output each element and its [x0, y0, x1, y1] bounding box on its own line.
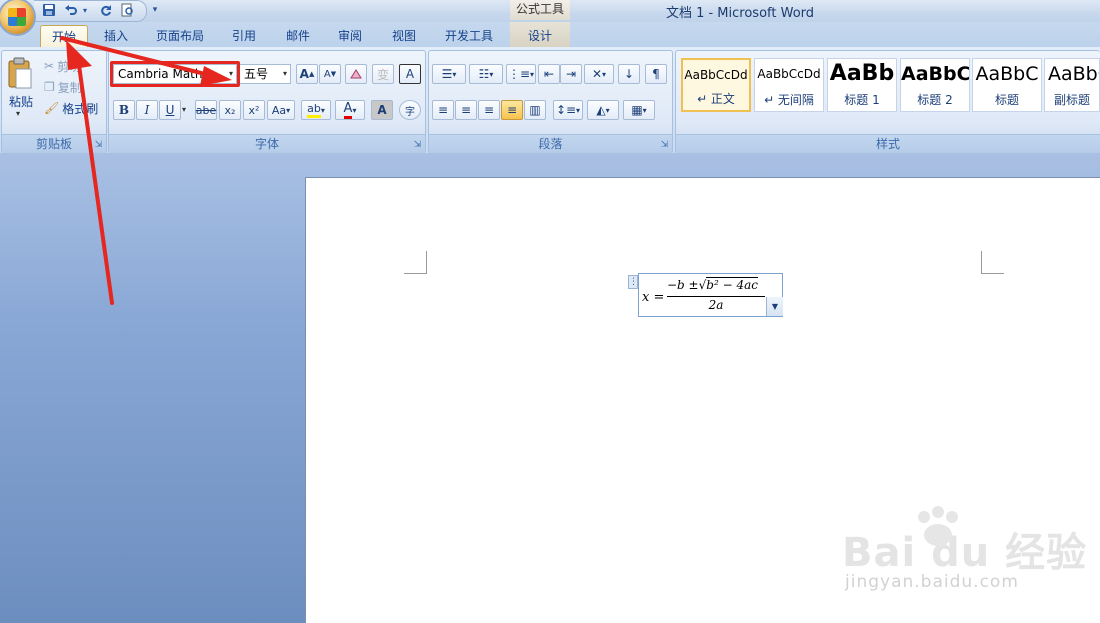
style-normal[interactable]: AaBbCcDd ↵ 正文 — [681, 58, 751, 112]
paw-icon — [918, 506, 958, 546]
borders-icon: ▦ — [631, 103, 643, 117]
fraction-bar — [667, 296, 765, 297]
style-subtitle[interactable]: AaBbC 副标题 — [1044, 58, 1100, 112]
sort-icon[interactable]: ↓ — [618, 64, 640, 84]
change-case-button[interactable]: Aa ▾ — [267, 100, 295, 120]
style-no-spacing[interactable]: AaBbCcDd ↵ 无间隔 — [754, 58, 824, 112]
numbering-button[interactable]: ☷ ▾ — [469, 64, 503, 84]
styles-group-label: 样式 — [676, 134, 1100, 153]
paste-label[interactable]: 粘贴 — [6, 93, 36, 110]
show-marks-icon[interactable]: ¶ — [645, 64, 667, 84]
line-spacing-button[interactable]: ↕≡ ▾ — [553, 100, 583, 120]
chevron-down-icon: ▾ — [642, 105, 647, 115]
highlight-button[interactable]: ab ▾ — [301, 100, 331, 120]
clipboard-group-label: 剪贴板 — [2, 134, 106, 153]
align-left-icon[interactable]: ≡ — [432, 100, 454, 120]
tab-references[interactable]: 引用 — [224, 25, 264, 47]
enclose-char-button[interactable]: 字 — [399, 100, 421, 120]
font-color-button[interactable]: A ▾ — [335, 100, 365, 120]
increase-indent-icon[interactable]: ⇥ — [560, 64, 582, 84]
chevron-down-icon: ▾ — [320, 105, 325, 115]
paste-dropdown-icon[interactable]: ▾ — [16, 109, 20, 118]
underline-dropdown-icon[interactable]: ▾ — [182, 105, 186, 114]
font-group-label: 字体 — [109, 134, 425, 153]
chevron-down-icon: ▾ — [602, 69, 607, 79]
italic-button[interactable]: I — [136, 100, 158, 120]
office-logo-icon — [8, 8, 26, 26]
equation-lhs: x = — [642, 290, 665, 305]
paragraph-launcher-icon[interactable]: ⇲ — [659, 140, 670, 151]
font-launcher-icon[interactable]: ⇲ — [412, 140, 423, 151]
char-border-button[interactable]: A — [399, 64, 421, 84]
style-title[interactable]: AaBbC 标题 — [972, 58, 1042, 112]
clipboard-group: 粘贴 ▾ ✂ 剪切 ❐ 复制 🖌 格式刷 剪贴板 ⇲ — [1, 50, 107, 154]
bullets-icon: ☰ — [441, 67, 453, 81]
margin-corner-left — [404, 251, 427, 274]
tab-insert[interactable]: 插入 — [96, 25, 136, 47]
chevron-down-icon: ▾ — [576, 105, 581, 115]
paragraph-group: ☰ ▾ ☷ ▾ ⋮≡ ▾ ⇤ ⇥ ✕ ▾ ↓ ¶ ≡ ≡ ≡ ≡ ▥ ↕≡ ▾ ◭ ▾ ▦ ▾… — [428, 50, 673, 154]
strikethrough-button[interactable]: abe — [195, 100, 217, 120]
watermark-url: jingyan.baidu.com — [845, 572, 1019, 592]
paint-bucket-icon: ◭ — [596, 103, 606, 117]
chevron-down-icon: ▾ — [286, 105, 291, 115]
align-center-icon[interactable]: ≡ — [455, 100, 477, 120]
borders-button[interactable]: ▦ ▾ — [623, 100, 655, 120]
bullets-button[interactable]: ☰ ▾ — [432, 64, 466, 84]
chevron-down-icon: ▾ — [452, 69, 457, 79]
shrink-font-button[interactable]: A ▼ — [319, 64, 341, 84]
subscript-button[interactable]: x₂ — [219, 100, 241, 120]
grow-font-button[interactable]: A ▲ — [296, 64, 318, 84]
chevron-down-icon: ▾ — [489, 69, 494, 79]
format-painter-button[interactable]: 🖌 格式刷 — [44, 99, 104, 117]
chevron-down-icon: ▾ — [530, 69, 535, 79]
multilevel-icon: ⋮≡ — [507, 67, 531, 81]
equation-numerator: −b ±√b² − 4ac — [667, 277, 758, 292]
font-size-combo[interactable]: 五号 ▾ — [239, 64, 291, 84]
equation-denominator: 2a — [708, 298, 724, 312]
chinese-layout-button[interactable]: ✕ ▾ — [584, 64, 614, 84]
decrease-indent-icon[interactable]: ⇤ — [538, 64, 560, 84]
chevron-down-icon: ▾ — [352, 105, 357, 115]
tab-developer[interactable]: 开发工具 — [438, 25, 500, 47]
style-heading-1[interactable]: AaBb 标题 1 — [827, 58, 897, 112]
chevron-down-icon: ▾ — [605, 105, 610, 115]
tab-review[interactable]: 审阅 — [330, 25, 370, 47]
tab-page-layout[interactable]: 页面布局 — [150, 25, 210, 47]
superscript-button[interactable]: x² — [243, 100, 265, 120]
tab-home[interactable]: 开始 — [40, 25, 88, 48]
line-spacing-icon: ↕≡ — [555, 103, 577, 117]
clear-formatting-icon[interactable] — [345, 64, 367, 84]
style-heading-2[interactable]: AaBbC 标题 2 — [900, 58, 970, 112]
scissors-icon: ✂ — [44, 59, 55, 73]
char-shading-button[interactable]: A — [371, 100, 393, 120]
paste-icon[interactable] — [6, 57, 34, 91]
chinese-layout-icon: ✕ — [591, 67, 603, 81]
numbering-icon: ☷ — [478, 67, 490, 81]
clipboard-launcher-icon[interactable]: ⇲ — [93, 140, 104, 151]
copy-button[interactable]: ❐ 复制 — [44, 78, 104, 96]
phonetic-guide-button[interactable]: 变 — [372, 64, 394, 84]
bold-button[interactable]: B — [113, 100, 135, 120]
equation-box[interactable]: x = −b ±√b² − 4ac 2a — [638, 273, 783, 317]
margin-corner-right — [981, 251, 1004, 274]
tab-mailings[interactable]: 邮件 — [278, 25, 318, 47]
distributed-icon[interactable]: ▥ — [524, 100, 546, 120]
copy-icon: ❐ — [44, 80, 55, 94]
brush-icon: 🖌 — [44, 101, 60, 115]
align-right-icon[interactable]: ≡ — [478, 100, 500, 120]
justify-icon[interactable]: ≡ — [501, 100, 523, 120]
equation-handle[interactable]: ⋮ — [628, 275, 638, 289]
cut-button[interactable]: ✂ 剪切 — [44, 57, 104, 75]
chevron-down-icon: ▾ — [282, 69, 287, 78]
paragraph-group-label: 段落 — [429, 134, 672, 153]
equation-options-icon[interactable]: ▼ — [766, 297, 783, 316]
tab-view[interactable]: 视图 — [384, 25, 424, 47]
underline-button[interactable]: U — [159, 100, 181, 120]
font-name-highlight-box — [110, 61, 240, 87]
window-title: 文档 1 - Microsoft Word — [665, 6, 815, 21]
shading-button[interactable]: ◭ ▾ — [587, 100, 619, 120]
multilevel-list-button[interactable]: ⋮≡ ▾ — [506, 64, 536, 84]
tab-design[interactable]: 设计 — [518, 25, 562, 47]
